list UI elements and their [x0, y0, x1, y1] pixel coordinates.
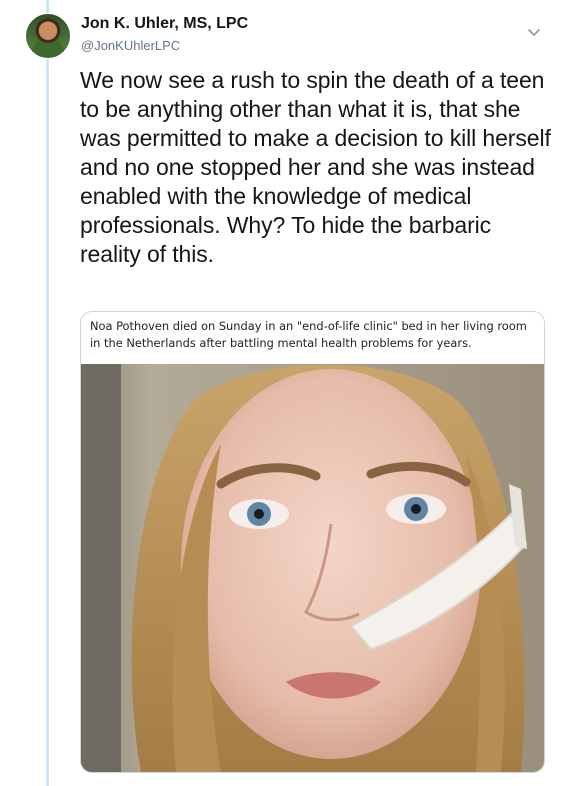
card-caption: Noa Pothoven died on Sunday in an "end-o… [90, 319, 527, 350]
card-photo[interactable] [81, 364, 544, 772]
author-handle[interactable]: @JonKUhlerLPC [81, 37, 248, 54]
avatar[interactable] [25, 13, 71, 59]
thread-line [46, 0, 49, 786]
author-name[interactable]: Jon K. Uhler, MS, LPC [81, 14, 248, 33]
media-card[interactable]: Noa Pothoven died on Sunday in an "end-o… [80, 311, 545, 773]
tweet-header: Jon K. Uhler, MS, LPC @JonKUhlerLPC [81, 14, 248, 54]
chevron-down-icon[interactable] [526, 24, 542, 40]
tweet-text: We now see a rush to spin the death of a… [80, 67, 551, 267]
